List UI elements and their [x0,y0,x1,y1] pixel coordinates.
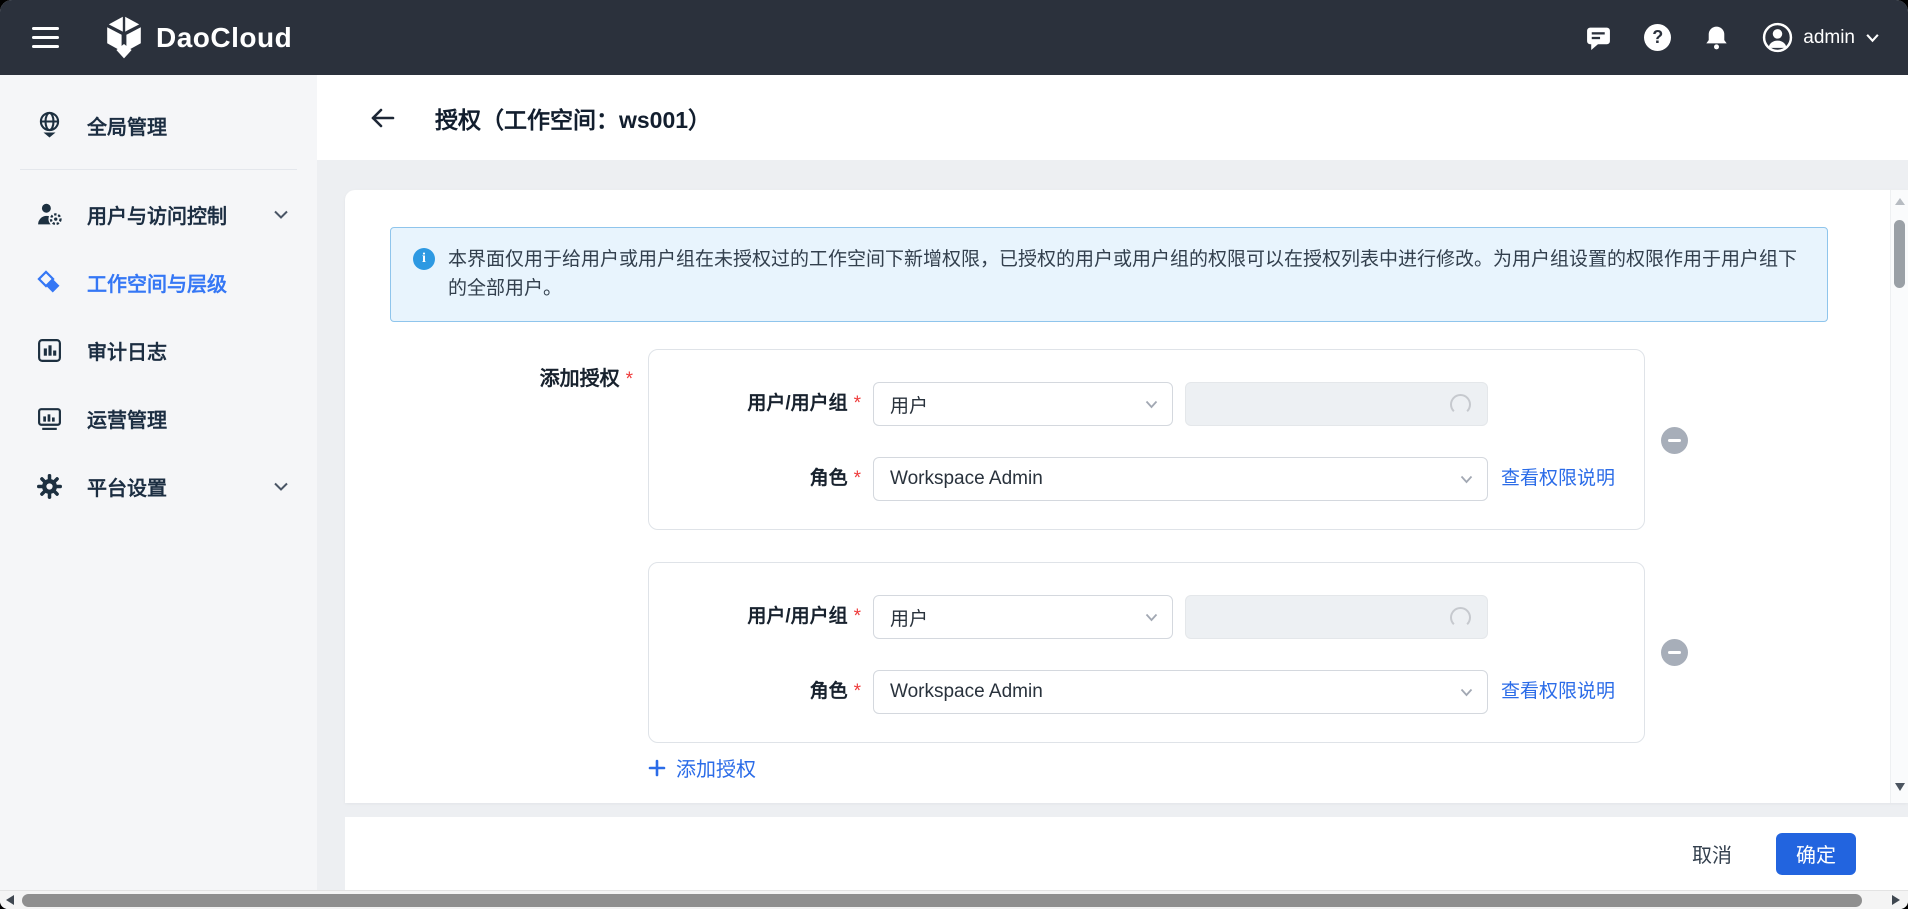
plus-icon [648,759,666,777]
chevron-down-icon [1145,400,1158,409]
section-label: 添加授权* [345,362,633,391]
info-icon: i [413,248,435,270]
footer-actions: 取消 确定 [345,817,1908,890]
view-permissions-link[interactable]: 查看权限说明 [1501,670,1615,714]
operations-icon [36,405,63,432]
user-group-label: 用户/用户组* [649,595,861,639]
sidebar-item-label: 运营管理 [87,404,289,433]
scroll-left-arrow-icon[interactable] [6,895,14,905]
sidebar-item-operations[interactable]: 运营管理 [0,384,317,452]
auth-card: 用户/用户组* 用户 角色* Workspace Admin [648,562,1645,743]
sidebar-divider [20,169,297,170]
confirm-button[interactable]: 确定 [1776,833,1856,875]
main-area: 授权（工作空间：ws001） i 本界面仅用于给用户或用户组在未授权过的工作空间… [317,75,1908,890]
remove-card-button[interactable] [1661,427,1688,454]
chevron-down-icon [1460,688,1473,697]
info-alert: i 本界面仅用于给用户或用户组在未授权过的工作空间下新增权限，已授权的用户或用户… [390,227,1828,322]
scroll-right-arrow-icon[interactable] [1892,895,1900,905]
sidebar-item-label: 工作空间与层级 [87,268,289,297]
workspace-diamond-icon [36,269,63,296]
topbar: DaoCloud ? [0,0,1908,75]
help-icon[interactable]: ? [1644,24,1671,51]
cancel-button[interactable]: 取消 [1682,831,1742,876]
back-arrow-icon[interactable] [367,105,397,131]
role-select[interactable]: Workspace Admin [873,457,1488,501]
vertical-scrollbar[interactable] [1890,190,1908,803]
content-panel: i 本界面仅用于给用户或用户组在未授权过的工作空间下新增权限，已授权的用户或用户… [345,190,1908,803]
role-label: 角色* [649,457,861,501]
user-group-select[interactable]: 用户 [873,382,1173,426]
vertical-scrollbar-thumb[interactable] [1894,220,1905,288]
alert-text: 本界面仅用于给用户或用户组在未授权过的工作空间下新增权限，已授权的用户或用户组的… [448,245,1805,304]
sidebar-item-users-access[interactable]: 用户与访问控制 [0,180,317,248]
chevron-down-icon [1460,475,1473,484]
role-select[interactable]: Workspace Admin [873,670,1488,714]
scroll-up-arrow-icon[interactable] [1895,198,1905,205]
sidebar-item-label: 审计日志 [87,336,289,365]
globe-icon [36,111,63,139]
sidebar-item-platform-settings[interactable]: 平台设置 [0,452,317,520]
sidebar: 全局管理 用户与访问控制 工作空间与层级 [0,75,317,890]
user-group-select[interactable]: 用户 [873,595,1173,639]
avatar-icon [1762,22,1793,53]
scroll-down-arrow-icon[interactable] [1895,783,1905,791]
daocloud-logo-icon [104,16,144,60]
page-title: 授权（工作空间：ws001） [435,101,711,135]
sidebar-item-label: 全局管理 [87,111,289,140]
brand-logo[interactable]: DaoCloud [104,16,292,60]
chevron-down-icon [1865,32,1880,43]
auth-card: 用户/用户组* 用户 角色* Workspace Admin [648,349,1645,530]
role-label: 角色* [649,670,861,714]
add-authorization-link[interactable]: 添加授权 [648,753,756,782]
user-group-label: 用户/用户组* [649,382,861,426]
sidebar-item-workspaces[interactable]: 工作空间与层级 [0,248,317,316]
loading-spinner-icon [1450,607,1471,628]
menu-icon[interactable] [32,21,59,54]
gear-icon [36,473,63,500]
user-gear-icon [36,201,63,228]
page-header: 授权（工作空间：ws001） [317,75,1908,160]
audit-log-icon [36,337,63,364]
horizontal-scrollbar-thumb[interactable] [22,894,1862,907]
notifications-bell-icon[interactable] [1703,24,1730,51]
chat-icon[interactable] [1585,24,1612,51]
view-permissions-link[interactable]: 查看权限说明 [1501,457,1615,501]
username-label: admin [1803,27,1855,49]
sidebar-item-global-management[interactable]: 全局管理 [0,91,317,159]
user-search-input[interactable] [1185,595,1488,639]
horizontal-scrollbar[interactable] [0,890,1908,909]
sidebar-item-label: 平台设置 [87,472,249,501]
chevron-down-icon [273,481,289,492]
brand-name: DaoCloud [156,22,292,54]
user-menu[interactable]: admin [1762,22,1880,53]
chevron-down-icon [273,209,289,220]
remove-card-button[interactable] [1661,639,1688,666]
chevron-down-icon [1145,613,1158,622]
user-search-input[interactable] [1185,382,1488,426]
sidebar-item-audit-log[interactable]: 审计日志 [0,316,317,384]
loading-spinner-icon [1450,394,1471,415]
sidebar-item-label: 用户与访问控制 [87,200,249,229]
